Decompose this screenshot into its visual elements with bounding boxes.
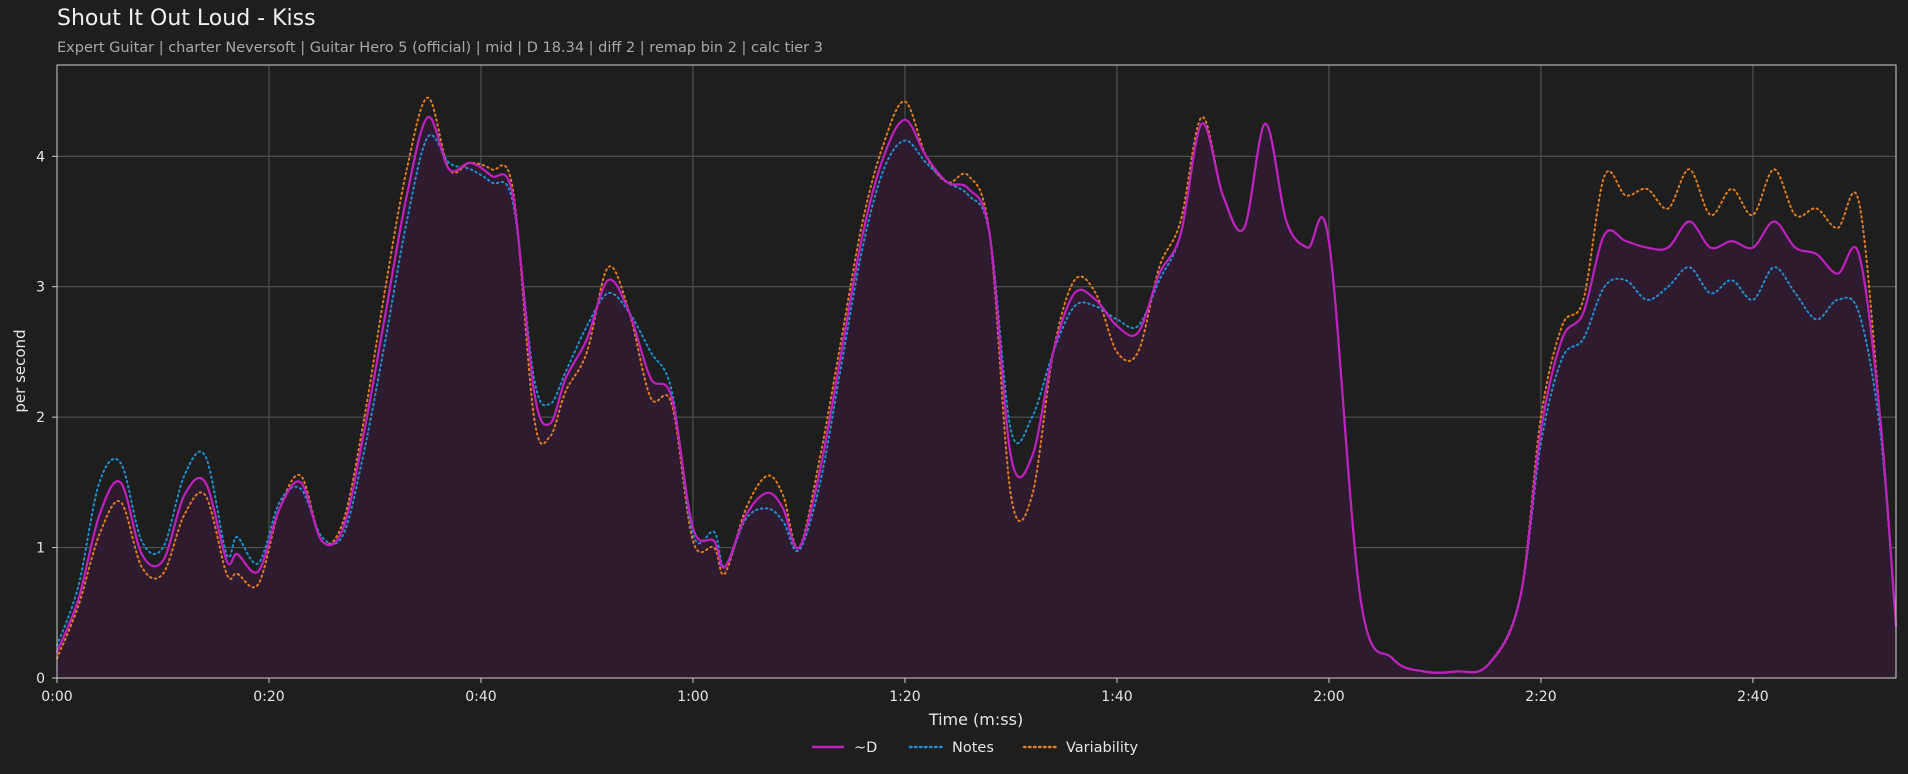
x-tick-label: 2:20 <box>1525 689 1556 705</box>
x-tick-label: 1:40 <box>1101 689 1132 705</box>
legend-label: Notes <box>952 740 994 756</box>
y-tick-label: 2 <box>36 410 45 426</box>
y-tick-label: 1 <box>36 541 45 557</box>
y-tick-label: 0 <box>36 671 45 687</box>
chart-svg: 0:00 0:20 0:40 1:00 1:20 1:40 2:00 2:20 2:40 0 1 2 3… <box>11 64 1898 756</box>
x-tick-label: 1:00 <box>677 689 708 705</box>
x-tick-label: 0:00 <box>41 689 72 705</box>
x-tick-label: 0:40 <box>465 689 496 705</box>
x-tick-label: 0:20 <box>253 689 284 705</box>
x-tick-label: 1:20 <box>889 689 920 705</box>
x-tick-label: 2:00 <box>1313 689 1344 705</box>
x-axis-label: Time (m:ss) <box>928 710 1023 729</box>
legend: ~D Notes Variability <box>812 740 1139 756</box>
y-tick-label: 3 <box>36 280 45 296</box>
x-tick-label: 2:40 <box>1737 689 1768 705</box>
legend-label: Variability <box>1066 740 1139 756</box>
y-tick-label: 4 <box>36 149 45 165</box>
legend-label: ~D <box>854 740 877 756</box>
y-axis-label: per second <box>11 329 29 412</box>
